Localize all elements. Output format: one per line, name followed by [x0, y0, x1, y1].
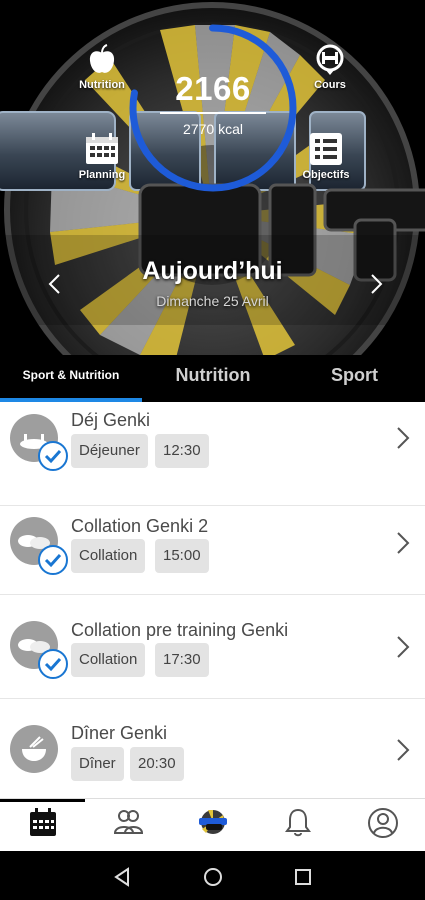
completed-check-icon	[38, 649, 68, 679]
tab-bar: Sport & Nutrition Nutrition Sport	[0, 355, 425, 402]
home-circle-icon[interactable]	[201, 865, 225, 889]
objectifs-shortcut[interactable]: Objectifs	[286, 132, 366, 181]
nav-profile[interactable]	[340, 807, 425, 847]
next-day-arrow-icon[interactable]	[362, 269, 390, 299]
hero-banner: Nutrition Cours Planning Objectifs 2166 …	[0, 0, 425, 362]
meal-title: Collation pre training Genki	[71, 620, 289, 640]
chevron-right-icon	[397, 739, 410, 761]
meal-time-chip: 15:00	[155, 539, 209, 573]
objectifs-label: Objectifs	[302, 169, 350, 181]
meal-title: Collation Genki 2	[71, 516, 209, 536]
calendar-grid-icon	[86, 133, 118, 164]
calendar-icon	[29, 808, 56, 836]
chevron-right-icon	[397, 532, 410, 554]
completed-check-icon	[38, 441, 68, 471]
meal-row[interactable]: Collation pre training Genki Collation 1…	[0, 595, 425, 699]
nutrition-label: Nutrition	[79, 79, 125, 91]
meal-title: Déj Genki	[71, 410, 151, 430]
meal-time-chip: 20:30	[130, 747, 184, 781]
calories-consumed: 2166	[175, 70, 251, 107]
tab-nutrition[interactable]: Nutrition	[142, 355, 284, 399]
planning-label: Planning	[78, 169, 126, 181]
nav-notifications[interactable]	[255, 807, 340, 847]
chevron-right-icon	[397, 427, 410, 449]
bottom-navigation	[0, 798, 425, 851]
meal-row[interactable]: Collation Genki 2 Collation 15:00	[0, 491, 425, 595]
cours-shortcut[interactable]: Cours	[290, 44, 370, 91]
bell-icon	[284, 808, 311, 837]
community-icon	[113, 810, 143, 834]
meal-type-chip: Collation	[71, 643, 146, 677]
tab-sport[interactable]: Sport	[284, 355, 425, 399]
genki-logo-icon	[198, 810, 227, 834]
meal-type-chip: Dîner	[71, 747, 124, 781]
profile-icon	[367, 808, 398, 838]
calories-divider	[160, 112, 266, 114]
meal-list: Déj Genki Déjeuner 12:30 Collation Genki…	[0, 402, 425, 798]
meal-type-chip: Collation	[71, 539, 146, 573]
active-nav-indicator	[0, 799, 85, 802]
nav-genki-home[interactable]	[170, 807, 255, 847]
meal-title: Dîner Genki	[71, 723, 168, 743]
recents-square-icon[interactable]	[291, 865, 315, 889]
nav-community[interactable]	[85, 807, 170, 847]
meal-row[interactable]: Dîner Genki Dîner 20:30	[0, 699, 425, 798]
nav-calendar[interactable]	[0, 807, 85, 847]
meal-time-chip: 17:30	[155, 643, 209, 677]
planning-shortcut[interactable]: Planning	[62, 132, 142, 181]
tab-sport-nutrition[interactable]: Sport & Nutrition	[0, 355, 142, 399]
apple-icon	[89, 44, 115, 73]
dumbbell-icon	[316, 44, 344, 75]
cours-label: Cours	[314, 79, 346, 91]
meal-time-chip: 12:30	[155, 434, 209, 468]
calories-target: 2770 kcal	[183, 121, 243, 137]
meal-type-chip: Déjeuner	[71, 434, 148, 468]
back-triangle-icon[interactable]	[110, 865, 134, 889]
system-navigation-bar	[0, 851, 425, 900]
bowl-icon	[10, 725, 58, 773]
chevron-right-icon	[397, 636, 410, 658]
completed-check-icon	[38, 545, 68, 575]
checklist-icon	[310, 133, 342, 165]
